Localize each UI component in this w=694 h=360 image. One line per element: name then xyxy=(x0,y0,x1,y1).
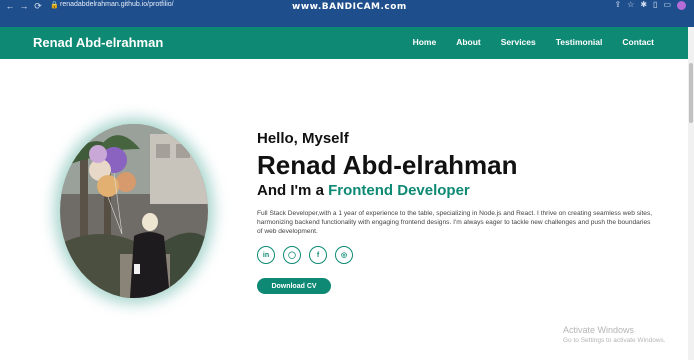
role-prefix: And I'm a xyxy=(257,182,329,199)
nav-home[interactable]: Home xyxy=(413,37,437,47)
address-bar[interactable]: renadabdelrahman.github.io/protfilio/ xyxy=(60,0,174,10)
scroll-thumb[interactable] xyxy=(689,63,693,123)
activation-title: Activate Windows xyxy=(563,325,635,335)
side-panel-icon[interactable]: ▯ xyxy=(653,0,657,10)
download-cv-button[interactable]: Download CV xyxy=(257,278,331,294)
share-icon[interactable]: ⇪ xyxy=(614,0,621,10)
site-header: Renad Abd-elrahman Home About Services T… xyxy=(0,27,688,59)
nav-about[interactable]: About xyxy=(456,37,481,47)
profile-photo xyxy=(60,124,208,298)
nav-testimonial[interactable]: Testimonial xyxy=(556,37,603,47)
hero-greeting: Hello, Myself xyxy=(257,130,349,147)
role-title: Frontend Developer xyxy=(328,182,470,199)
hero-role: And I'm a Frontend Developer xyxy=(257,182,470,199)
github-icon[interactable]: ◯ xyxy=(283,246,301,264)
browser-toolbar: ← → ⟳ 🔒 renadabdelrahman.github.io/protf… xyxy=(0,0,694,27)
extensions-icon[interactable]: ✱ xyxy=(640,0,647,10)
profile-avatar[interactable] xyxy=(677,0,686,10)
hero-name: Renad Abd-elrahman xyxy=(257,150,518,180)
hero-bio: Full Stack Developer,with a 1 year of ex… xyxy=(257,210,653,235)
main-nav: Home About Services Testimonial Contact xyxy=(413,37,654,47)
activation-subtitle: Go to Settings to activate Windows. xyxy=(563,337,666,344)
windows-activation-overlay: Activate Windows Go to Settings to activ… xyxy=(563,325,666,344)
linkedin-icon[interactable]: in xyxy=(257,246,275,264)
nav-contact[interactable]: Contact xyxy=(622,37,654,47)
instagram-icon[interactable]: ◎ xyxy=(335,246,353,264)
lock-icon: 🔒 xyxy=(50,2,59,9)
browser-tools: ⇪ ☆ ✱ ▯ ▭ xyxy=(614,0,686,10)
forward-icon[interactable]: → xyxy=(18,1,30,11)
back-icon[interactable]: ← xyxy=(4,1,16,11)
social-links: in ◯ f ◎ xyxy=(257,246,353,264)
bookmark-star-icon[interactable]: ☆ xyxy=(627,0,634,10)
facebook-icon[interactable]: f xyxy=(309,246,327,264)
tab-search-icon[interactable]: ▭ xyxy=(663,0,671,10)
reload-icon[interactable]: ⟳ xyxy=(32,1,44,11)
brand-logo[interactable]: Renad Abd-elrahman xyxy=(33,35,163,50)
page-scrollbar[interactable] xyxy=(688,27,694,360)
recording-watermark: www.BANDICAM.com xyxy=(292,2,407,12)
nav-services[interactable]: Services xyxy=(501,37,536,47)
